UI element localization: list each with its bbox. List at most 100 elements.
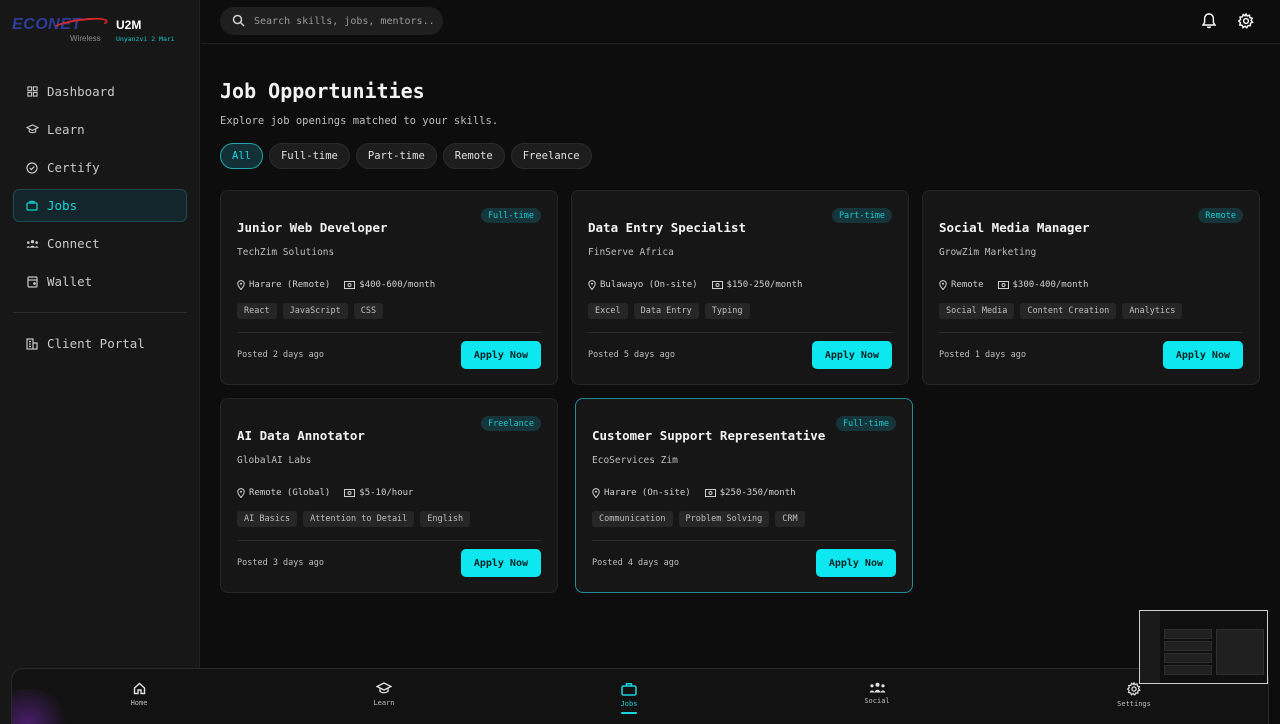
brand-logo[interactable]: ECONET Wireless U2M Unyanzvi 2 Mari xyxy=(12,15,192,46)
thumbnail-block xyxy=(1216,629,1264,675)
bottom-nav-learn[interactable]: Learn xyxy=(344,682,424,707)
app-tagline: Unyanzvi 2 Mari xyxy=(116,35,175,43)
sidebar-item-learn[interactable]: Learn xyxy=(13,113,187,146)
bottom-nav-label: Jobs xyxy=(620,700,638,708)
job-location: Bulawayo (On-site) xyxy=(600,280,698,290)
company-name: GlobalAI Labs xyxy=(237,455,312,466)
posted-date: Posted 4 days ago xyxy=(592,558,679,568)
page-title: Job Opportunities xyxy=(220,79,425,103)
sidebar-item-label: Jobs xyxy=(47,198,78,213)
money-icon xyxy=(704,489,716,497)
bottom-nav-social[interactable]: Social xyxy=(837,682,917,705)
settings-gear-icon[interactable] xyxy=(1237,12,1255,30)
skill-tag: Problem Solving xyxy=(678,511,770,527)
skill-tag: Typing xyxy=(704,303,750,319)
sidebar-divider xyxy=(13,312,187,313)
card-divider xyxy=(237,332,541,333)
thumbnail-block xyxy=(1164,641,1212,651)
job-card[interactable]: Full-time Customer Support Representativ… xyxy=(575,398,913,593)
briefcase-icon xyxy=(621,683,637,696)
job-card[interactable]: Remote Social Media Manager GrowZim Mark… xyxy=(922,190,1260,385)
sidebar-item-label: Connect xyxy=(47,236,100,251)
skill-tag: Content Creation xyxy=(1020,303,1117,319)
job-location: Harare (Remote) xyxy=(249,280,331,290)
sidebar-item-connect[interactable]: Connect xyxy=(13,227,187,260)
search-box[interactable] xyxy=(220,7,443,35)
job-pay: $400-600/month xyxy=(359,280,436,290)
location-pin-icon xyxy=(237,488,245,498)
bottom-nav-label: Home xyxy=(130,699,148,707)
active-indicator xyxy=(621,712,637,714)
job-meta: Harare (Remote) $400-600/month xyxy=(237,280,449,290)
money-icon xyxy=(344,489,356,497)
company-name: EcoServices Zim xyxy=(592,455,678,466)
job-type-badge: Full-time xyxy=(480,208,541,223)
apply-now-button[interactable]: Apply Now xyxy=(460,549,541,577)
sidebar-item-label: Learn xyxy=(47,122,85,137)
sidebar-nav: Dashboard Learn Certify Jobs Connect Wal… xyxy=(13,75,187,365)
skill-tags: AI Basics Attention to Detail English xyxy=(237,511,471,527)
job-title: Customer Support Representative xyxy=(592,428,826,443)
job-title: Social Media Manager xyxy=(939,220,1090,235)
filter-chips: All Full-time Part-time Remote Freelance xyxy=(220,143,592,169)
filter-chip-remote[interactable]: Remote xyxy=(442,143,505,169)
posted-date: Posted 2 days ago xyxy=(237,350,324,360)
job-card[interactable]: Full-time Junior Web Developer TechZim S… xyxy=(220,190,558,385)
sidebar-item-label: Client Portal xyxy=(47,336,145,351)
job-card[interactable]: Freelance AI Data Annotator GlobalAI Lab… xyxy=(220,398,558,593)
filter-chip-full-time[interactable]: Full-time xyxy=(268,143,350,169)
company-name: GrowZim Marketing xyxy=(939,247,1037,258)
sidebar: ECONET Wireless U2M Unyanzvi 2 Mari Dash… xyxy=(0,0,200,724)
skill-tag: React xyxy=(237,303,277,319)
card-divider xyxy=(592,540,896,541)
search-icon xyxy=(232,12,245,31)
bottom-nav-home[interactable]: Home xyxy=(99,682,179,707)
skill-tag: Excel xyxy=(588,303,628,319)
job-card[interactable]: Part-time Data Entry Specialist FinServe… xyxy=(571,190,909,385)
apply-now-button[interactable]: Apply Now xyxy=(815,549,896,577)
page-subtitle: Explore job openings matched to your ski… xyxy=(220,115,499,127)
money-icon xyxy=(344,281,356,289)
thumbnail-block xyxy=(1164,653,1212,663)
job-location: Harare (On-site) xyxy=(604,488,691,498)
location-pin-icon xyxy=(592,488,600,498)
screenshot-thumbnail[interactable] xyxy=(1139,610,1268,684)
sidebar-item-jobs[interactable]: Jobs xyxy=(13,189,187,222)
decorative-glow xyxy=(12,689,72,724)
skill-tag: Attention to Detail xyxy=(303,511,415,527)
skill-tags: Social Media Content Creation Analytics xyxy=(939,303,1183,319)
bottom-nav-settings[interactable]: Settings xyxy=(1094,682,1174,708)
apply-now-button[interactable]: Apply Now xyxy=(1162,341,1243,369)
search-input[interactable] xyxy=(254,15,434,27)
card-divider xyxy=(237,540,541,541)
thumbnail-sidebar xyxy=(1140,611,1160,683)
location-pin-icon xyxy=(939,280,947,290)
sidebar-item-label: Certify xyxy=(47,160,100,175)
notification-bell-icon[interactable] xyxy=(1200,12,1218,30)
grid-icon xyxy=(25,85,39,99)
job-meta: Remote $300-400/month xyxy=(939,280,1102,290)
apply-now-button[interactable]: Apply Now xyxy=(811,341,892,369)
filter-chip-all[interactable]: All xyxy=(220,143,263,169)
skill-tag: Data Entry xyxy=(633,303,699,319)
sidebar-item-certify[interactable]: Certify xyxy=(13,151,187,184)
bottom-nav-label: Social xyxy=(864,697,890,705)
thumbnail-block xyxy=(1164,629,1212,639)
job-pay: $5-10/hour xyxy=(359,488,414,498)
skill-tag: JavaScript xyxy=(282,303,348,319)
job-type-badge: Remote xyxy=(1198,208,1243,223)
skill-tag: Communication xyxy=(592,511,673,527)
filter-chip-freelance[interactable]: Freelance xyxy=(510,143,592,169)
sidebar-item-wallet[interactable]: Wallet xyxy=(13,265,187,298)
bottom-nav-jobs[interactable]: Jobs xyxy=(589,682,669,714)
bottom-nav-label: Settings xyxy=(1117,700,1151,708)
skill-tag: CRM xyxy=(775,511,805,527)
sidebar-item-client-portal[interactable]: Client Portal xyxy=(13,327,187,360)
filter-chip-part-time[interactable]: Part-time xyxy=(355,143,437,169)
apply-now-button[interactable]: Apply Now xyxy=(460,341,541,369)
badge-check-icon xyxy=(25,161,39,175)
sidebar-item-dashboard[interactable]: Dashboard xyxy=(13,75,187,108)
job-meta: Harare (On-site) $250-350/month xyxy=(592,488,810,498)
posted-date: Posted 1 days ago xyxy=(939,350,1026,360)
app-name: U2M xyxy=(116,18,142,32)
